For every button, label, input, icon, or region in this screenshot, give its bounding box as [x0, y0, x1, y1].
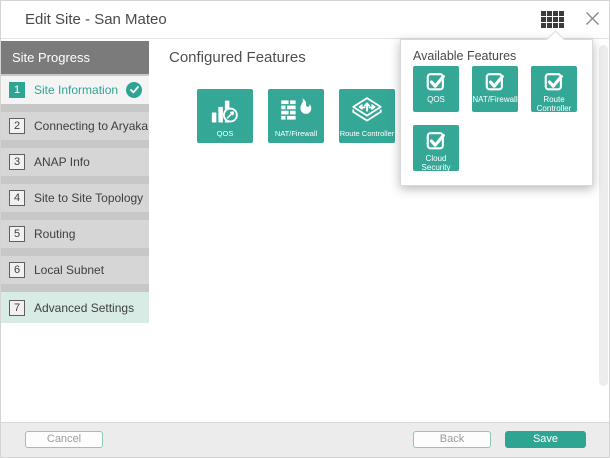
sidebar-item-routing[interactable]: 5 Routing [1, 220, 149, 248]
available-tile-route-controller[interactable]: Route Controller [531, 66, 577, 112]
available-features-popup: Available Features QOS N [400, 39, 593, 186]
available-features-title: Available Features [413, 49, 516, 63]
dialog-title: Edit Site - San Mateo [25, 11, 167, 28]
tile-label: Cloud Security [413, 154, 459, 171]
apps-grid-icon [541, 16, 564, 31]
tile-label: NAT/Firewall [268, 129, 324, 138]
sidebar-item-advanced-settings[interactable]: 7 Advanced Settings [1, 292, 149, 323]
step-label: Connecting to Aryaka [34, 119, 148, 133]
step-label: Site Information [34, 83, 118, 97]
cancel-button[interactable]: Cancel [25, 431, 103, 448]
close-dialog-button[interactable] [582, 10, 602, 30]
configured-features-heading: Configured Features [169, 49, 306, 66]
tile-label: QOS [413, 95, 459, 104]
available-tile-nat-firewall[interactable]: NAT/Firewall [472, 66, 518, 112]
sidebar-steps: 1 Site Information 2 Connecting to Aryak… [1, 74, 149, 323]
edit-site-dialog: Edit Site - San Mateo Site Pro [0, 0, 610, 458]
tile-label: Route Controller [339, 129, 395, 138]
step-number: 5 [9, 226, 25, 242]
sidebar-header: Site Progress [1, 41, 149, 74]
tile-label: QOS [197, 129, 253, 138]
step-number: 1 [9, 82, 25, 98]
sidebar-item-local-subnet[interactable]: 6 Local Subnet [1, 256, 149, 284]
back-button[interactable]: Back [413, 431, 491, 448]
step-number: 3 [9, 154, 25, 170]
route-diamond-icon [339, 95, 395, 125]
close-x-icon [585, 14, 600, 29]
checked-checkbox-icon [531, 71, 577, 93]
step-complete-check-icon [126, 82, 142, 98]
tile-label: NAT/Firewall [472, 95, 518, 104]
available-features-grid-button[interactable] [539, 9, 565, 31]
step-number: 6 [9, 262, 25, 278]
configured-tile-nat-firewall[interactable]: NAT/Firewall [268, 89, 324, 143]
dialog-footer: Cancel Back Save [1, 422, 609, 457]
checked-checkbox-icon [413, 130, 459, 152]
tile-label: Route Controller [531, 95, 577, 112]
step-label: Routing [34, 227, 75, 241]
firewall-flame-icon [268, 95, 324, 123]
site-progress-sidebar: Site Progress 1 Site Information 2 Conne… [1, 41, 149, 323]
step-number: 2 [9, 118, 25, 134]
configured-tile-qos[interactable]: QOS [197, 89, 253, 143]
available-tile-qos[interactable]: QOS [413, 66, 459, 112]
configured-tile-route-controller[interactable]: Route Controller [339, 89, 395, 143]
step-number: 4 [9, 190, 25, 206]
step-label: ANAP Info [34, 155, 90, 169]
step-label: Advanced Settings [34, 301, 134, 315]
sidebar-item-site-information[interactable]: 1 Site Information [1, 76, 149, 104]
step-number: 7 [9, 300, 25, 316]
available-tile-cloud-security[interactable]: Cloud Security [413, 125, 459, 171]
checked-checkbox-icon [413, 71, 459, 93]
sidebar-item-connecting-to-aryaka[interactable]: 2 Connecting to Aryaka [1, 112, 149, 140]
checked-checkbox-icon [472, 71, 518, 93]
configured-features-tiles: QOS NAT/Firewall [197, 89, 395, 143]
step-label: Local Subnet [34, 263, 104, 277]
save-button[interactable]: Save [505, 431, 586, 448]
available-features-tiles: QOS NAT/Firewall Route [413, 66, 583, 171]
step-label: Site to Site Topology [34, 191, 143, 205]
sidebar-item-anap-info[interactable]: 3 ANAP Info [1, 148, 149, 176]
title-bar: Edit Site - San Mateo [1, 1, 609, 39]
content-scrollbar[interactable] [599, 45, 608, 386]
qos-bars-gauge-icon [197, 95, 253, 125]
sidebar-item-site-to-site-topology[interactable]: 4 Site to Site Topology [1, 184, 149, 212]
